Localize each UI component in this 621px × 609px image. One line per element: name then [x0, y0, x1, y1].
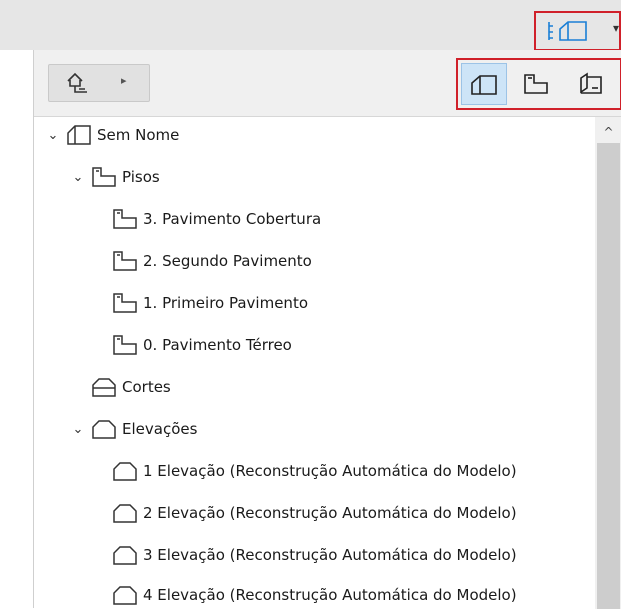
elevation-icon [91, 418, 117, 440]
elevation-icon [112, 502, 138, 524]
elevation-icon [112, 460, 138, 482]
tree-item-floor[interactable]: 2. Segundo Pavimento [112, 247, 312, 275]
scroll-thumb[interactable] [597, 143, 620, 609]
navigator-view-button[interactable]: ▸ [48, 64, 150, 102]
navigator-panel: ▸ ⌄ Sem Nome ⌄ Pisos 3. Pavimento Cobert… [33, 50, 621, 609]
project-map-view-button[interactable] [461, 63, 507, 105]
top-bar: ▾ [0, 0, 621, 51]
tree-item-label: Elevações [122, 420, 198, 438]
tree-item-sections[interactable]: Cortes [91, 373, 171, 401]
tree-item-floor[interactable]: 3. Pavimento Cobertura [112, 205, 321, 233]
scroll-up-button[interactable]: ^ [595, 117, 621, 143]
tree-item-elevation[interactable]: 3 Elevação (Reconstrução Automática do M… [112, 541, 517, 569]
tree-item-elevation[interactable]: 1 Elevação (Reconstrução Automática do M… [112, 457, 517, 485]
project-map-icon [471, 75, 497, 95]
tree-item-label: 2 Elevação (Reconstrução Automática do M… [143, 504, 517, 522]
view-mode-group [456, 58, 621, 110]
tree-item-elevation[interactable]: 2 Elevação (Reconstrução Automática do M… [112, 499, 517, 527]
tree-item-label: 0. Pavimento Térreo [143, 336, 292, 354]
floor-plan-icon [91, 166, 117, 188]
view-map-button[interactable] [514, 63, 560, 105]
tree-item-elevation[interactable]: 4 Elevação (Reconstrução Automática do M… [112, 581, 517, 609]
tree-hierarchy-icon [67, 72, 87, 93]
floor-plan-icon [112, 292, 138, 314]
chevron-right-icon: ▸ [121, 74, 127, 87]
view-map-menu-button[interactable]: ▾ [534, 11, 621, 51]
tree-item-label: 2. Segundo Pavimento [143, 252, 312, 270]
floor-plan-icon [112, 208, 138, 230]
tree-item-label: 3 Elevação (Reconstrução Automática do M… [143, 546, 517, 564]
tree-item-label: Cortes [122, 378, 171, 396]
floor-plan-icon [112, 334, 138, 356]
navigator-toolbar: ▸ [34, 50, 621, 116]
tree-item-label: Pisos [122, 168, 160, 186]
floor-plan-icon [112, 250, 138, 272]
navigator-tree: ⌄ Sem Nome ⌄ Pisos 3. Pavimento Cobertur… [34, 116, 621, 609]
vertical-scrollbar[interactable]: ^ [595, 117, 621, 609]
project-map-icon [548, 21, 587, 41]
layout-book-button[interactable] [568, 63, 614, 105]
tree-item-label: 3. Pavimento Cobertura [143, 210, 322, 228]
tree-item-root[interactable]: ⌄ Sem Nome [46, 121, 179, 149]
tree-item-label: 1. Primeiro Pavimento [143, 294, 308, 312]
tree-item-floor[interactable]: 1. Primeiro Pavimento [112, 289, 308, 317]
tree-item-label: 4 Elevação (Reconstrução Automática do M… [143, 586, 517, 604]
tree-item-label: Sem Nome [97, 126, 180, 144]
tree-item-floors[interactable]: ⌄ Pisos [71, 163, 160, 191]
layout-book-icon [580, 72, 602, 94]
project-icon [66, 124, 92, 146]
expand-chevron-icon[interactable]: ⌄ [71, 422, 85, 437]
view-map-icon [524, 74, 548, 94]
expand-chevron-icon[interactable]: ⌄ [71, 170, 85, 185]
tree-item-label: 1 Elevação (Reconstrução Automática do M… [143, 462, 517, 480]
tree-item-elevations[interactable]: ⌄ Elevações [71, 415, 197, 443]
section-icon [91, 376, 117, 398]
expand-chevron-icon[interactable]: ⌄ [46, 128, 60, 143]
elevation-icon [112, 544, 138, 566]
tree-item-floor[interactable]: 0. Pavimento Térreo [112, 331, 292, 359]
elevation-icon [112, 584, 138, 606]
chevron-down-icon: ▾ [613, 21, 620, 35]
